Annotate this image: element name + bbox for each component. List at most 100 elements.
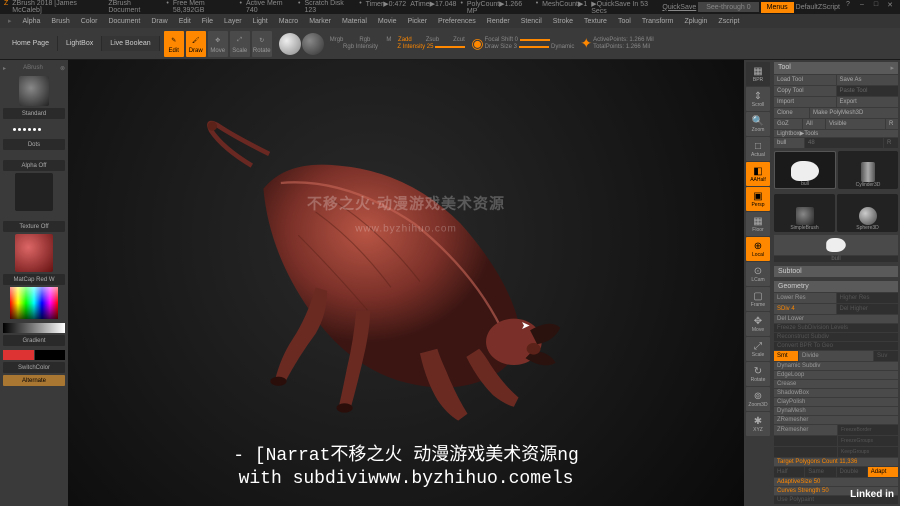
gizmo-button[interactable] xyxy=(279,33,301,55)
menu-layer[interactable]: Layer xyxy=(224,18,242,25)
move-button[interactable]: ✥Move xyxy=(208,31,228,57)
divide-button[interactable]: Divide xyxy=(799,351,873,361)
menu-light[interactable]: Light xyxy=(253,18,268,25)
zsub-toggle[interactable]: Zsub xyxy=(426,37,439,43)
texture-off-button[interactable]: Texture Off xyxy=(3,221,65,232)
zremesher-button[interactable]: ZRemesher xyxy=(774,425,837,435)
close-icon[interactable]: ✕ xyxy=(884,1,896,13)
current-brush-thumbnail[interactable] xyxy=(19,76,49,106)
menu-document[interactable]: Document xyxy=(108,18,140,25)
import-button[interactable]: Import xyxy=(774,97,836,107)
smt-toggle[interactable]: Smt xyxy=(774,351,798,361)
half-button[interactable]: Half xyxy=(774,467,804,477)
goz-visible-button[interactable]: Visible xyxy=(826,119,885,129)
menu-zscript[interactable]: Zscript xyxy=(718,18,739,25)
target-polygons-slider[interactable]: Target Polygons Count 11,336 xyxy=(774,458,898,466)
claypolish-section[interactable]: ClayPolish xyxy=(774,398,898,406)
load-tool-button[interactable]: Load Tool xyxy=(774,75,836,85)
menu-tool[interactable]: Tool xyxy=(618,18,631,25)
same-button[interactable]: Same xyxy=(805,467,835,477)
bpr-button[interactable]: ▦BPR xyxy=(746,62,770,86)
rotate3d-button[interactable]: ↻Rotate xyxy=(746,362,770,386)
z-intensity-slider[interactable]: Z Intensity 25 xyxy=(397,44,433,50)
menu-marker[interactable]: Marker xyxy=(309,18,331,25)
export-button[interactable]: Export xyxy=(837,97,899,107)
menu-alpha[interactable]: Alpha xyxy=(23,18,41,25)
move3d-button[interactable]: ✥Move xyxy=(746,312,770,336)
menu-material[interactable]: Material xyxy=(342,18,367,25)
freezegroups-toggle[interactable]: FreezeGroups xyxy=(838,436,898,446)
make-polymesh-button[interactable]: Make PolyMesh3D xyxy=(810,108,898,118)
tool-r-button[interactable]: R xyxy=(884,138,898,148)
gradient-bar[interactable] xyxy=(3,323,65,333)
tool-thumb-sphere[interactable]: Sphere3D xyxy=(837,194,898,232)
menu-zplugin[interactable]: Zplugin xyxy=(684,18,707,25)
frame-button[interactable]: ▢Frame xyxy=(746,287,770,311)
reconstruct-button[interactable]: Reconstruct Subdiv xyxy=(774,333,898,341)
zoom3d-button[interactable]: ⊚Zoom3D xyxy=(746,387,770,411)
scale3d-button[interactable]: ⤢Scale xyxy=(746,337,770,361)
m-toggle[interactable]: M xyxy=(386,37,391,43)
alpha-thumbnail[interactable] xyxy=(15,173,53,211)
menu-pin-icon[interactable]: ▸ xyxy=(8,17,12,25)
menu-movie[interactable]: Movie xyxy=(378,18,397,25)
del-higher-button[interactable]: Del Higher xyxy=(837,304,899,314)
actual-button[interactable]: □Actual xyxy=(746,137,770,161)
collapse-icon[interactable]: ▸ xyxy=(890,64,894,72)
alternate-button[interactable]: Alternate xyxy=(3,375,65,386)
persp-button[interactable]: ▣Persp xyxy=(746,187,770,211)
scale-button[interactable]: ⤢Scale xyxy=(230,31,250,57)
convert-bpr-button[interactable]: Convert BPR To Geo xyxy=(774,342,898,350)
lightbox-tools-button[interactable]: Lightbox▶Tools xyxy=(774,130,898,137)
minimize-icon[interactable]: – xyxy=(856,1,868,13)
menu-transform[interactable]: Transform xyxy=(642,18,674,25)
xyz-button[interactable]: ✱XYZ xyxy=(746,412,770,436)
draw-button[interactable]: 🖌Draw xyxy=(186,31,206,57)
freeze-subdiv-button[interactable]: Freeze SubDivision Levels xyxy=(774,324,898,332)
panel-pin-icon[interactable]: ▸ xyxy=(3,65,6,72)
tab-home[interactable]: Home Page xyxy=(4,36,58,51)
edgeloop-section[interactable]: EdgeLoop xyxy=(774,371,898,379)
crease-section[interactable]: Crease xyxy=(774,380,898,388)
stroke-thumbnail[interactable] xyxy=(3,121,51,137)
suv-toggle[interactable]: Suv xyxy=(874,351,898,361)
main-color-swatch[interactable] xyxy=(3,350,34,360)
dynamic-toggle[interactable]: Dynamic xyxy=(551,44,574,50)
local-button[interactable]: ⊕Local xyxy=(746,237,770,261)
zoom-button[interactable]: 🔍Zoom xyxy=(746,112,770,136)
scroll-button[interactable]: ⇕Scroll xyxy=(746,87,770,111)
sculptris-button[interactable] xyxy=(302,33,324,55)
aahalf-button[interactable]: ◧AAHalf xyxy=(746,162,770,186)
tab-live-boolean[interactable]: Live Boolean xyxy=(102,36,159,51)
dynamesh-section[interactable]: DynaMesh xyxy=(774,407,898,415)
goz-button[interactable]: GoZ xyxy=(774,119,802,129)
gradient-button[interactable]: Gradient xyxy=(3,335,65,346)
material-thumbnail[interactable] xyxy=(15,234,53,272)
menu-picker[interactable]: Picker xyxy=(408,18,427,25)
lower-res-button[interactable]: Lower Res xyxy=(774,293,836,303)
rgb-toggle[interactable]: Rgb xyxy=(359,37,370,43)
tool-thumb-cylinder[interactable]: Cylinder3D xyxy=(838,151,898,189)
current-tool-large[interactable] xyxy=(774,235,898,255)
tab-lightbox[interactable]: LightBox xyxy=(58,36,102,51)
adapt-toggle[interactable]: Adapt xyxy=(868,467,898,477)
alpha-off-button[interactable]: Alpha Off xyxy=(3,160,65,171)
edit-button[interactable]: ✎Edit xyxy=(164,31,184,57)
double-button[interactable]: Double xyxy=(837,467,867,477)
menu-stencil[interactable]: Stencil xyxy=(521,18,542,25)
paste-tool-button[interactable]: Paste Tool xyxy=(837,86,899,96)
secondary-color-swatch[interactable] xyxy=(35,350,66,360)
menus-button[interactable]: Menus xyxy=(761,2,794,13)
tool-name-button[interactable]: bull xyxy=(774,138,804,148)
sdiv-slider[interactable]: SDiv 4 xyxy=(774,304,836,314)
zcut-toggle[interactable]: Zcut xyxy=(453,37,465,43)
menu-draw[interactable]: Draw xyxy=(151,18,167,25)
rotate-button[interactable]: ↻Rotate xyxy=(252,31,272,57)
menu-file[interactable]: File xyxy=(202,18,213,25)
adaptive-slider[interactable]: AdaptiveSize 50 xyxy=(774,478,898,486)
del-lower-button[interactable]: Del Lower xyxy=(774,315,898,323)
zadd-toggle[interactable]: Zadd xyxy=(398,37,412,43)
menu-color[interactable]: Color xyxy=(81,18,98,25)
draw-size-slider[interactable]: Draw Size 3 xyxy=(485,44,517,50)
higher-res-button[interactable]: Higher Res xyxy=(837,293,899,303)
